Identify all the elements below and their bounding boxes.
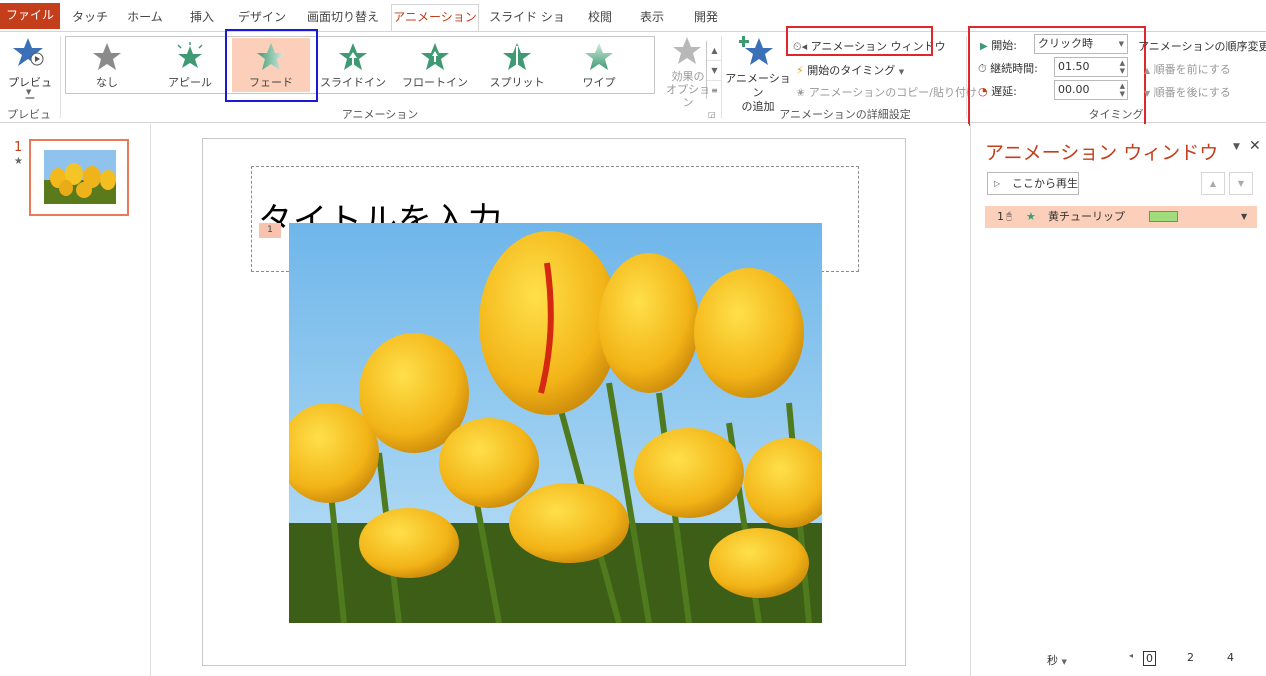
gallery-item-fly-in[interactable]: スライドイン	[314, 38, 392, 92]
tab-animations[interactable]: アニメーション	[391, 4, 479, 31]
gallery-item-none[interactable]: なし	[68, 38, 146, 92]
preview-button[interactable]: プレビュー ▼	[4, 36, 56, 105]
tab-home[interactable]: ホーム	[122, 5, 168, 31]
tab-developer[interactable]: 開発	[684, 5, 728, 31]
move-earlier-label: 順番を前にする	[1153, 63, 1231, 76]
animation-star-marker: ★	[14, 156, 23, 167]
slide: タイトルを入力 1	[202, 138, 906, 666]
group-label-advanced: アニメーションの詳細設定	[779, 108, 911, 121]
slide-thumbnail-pane: 1 ★	[0, 124, 151, 676]
tulip-image	[289, 223, 822, 623]
item-number: 1	[997, 210, 1004, 223]
animation-order-tag[interactable]: 1	[259, 223, 281, 238]
move-down-button[interactable]: ▼	[1229, 172, 1253, 195]
play-icon: ▷	[994, 179, 1001, 188]
tab-insert[interactable]: 挿入	[180, 5, 224, 31]
timeline-tick-0: 0	[1143, 651, 1156, 666]
animation-list-item[interactable]: 1 🖰 ★ 黄チューリップ ▼	[985, 206, 1257, 228]
ribbon: プレビュー ▼ プレビュー なし アピール フェード スライドイン フロートイン…	[0, 26, 1266, 137]
add-animation-button[interactable]: アニメーション の追加	[724, 34, 791, 113]
chevron-down-icon: ▼	[1061, 658, 1067, 666]
tab-touch[interactable]: タッチ	[68, 5, 112, 31]
star-burst-icon	[177, 42, 203, 68]
item-name: 黄チューリップ	[1048, 210, 1125, 223]
move-up-button[interactable]: ▲	[1201, 172, 1225, 195]
slide-editor: タイトルを入力 1	[151, 124, 969, 676]
gallery-item-label: スプリット	[489, 76, 545, 89]
lightning-icon: ⚡	[796, 64, 804, 77]
timeline-tick-2: 2	[1187, 651, 1194, 664]
animation-painter-label: アニメーションのコピー/貼り付け	[808, 86, 977, 99]
chevron-down-icon: ▼	[26, 88, 32, 96]
tab-review[interactable]: 校閲	[580, 5, 620, 31]
highlight-fade	[225, 29, 318, 102]
painter-icon: ✬	[796, 86, 806, 99]
thumbnail-image	[44, 150, 116, 204]
move-later-label: 順番を後にする	[1153, 86, 1231, 99]
mouse-click-icon: 🖰	[1006, 211, 1012, 222]
reorder-label: アニメーションの順序変更	[1138, 40, 1266, 53]
arrow-up-icon: ▲	[1144, 66, 1151, 75]
gallery-item-appear[interactable]: アピール	[151, 38, 229, 92]
chevron-down-icon[interactable]: ▼	[1241, 206, 1247, 228]
preview-star-icon	[13, 38, 44, 66]
star-options-icon	[673, 37, 701, 64]
tab-design[interactable]: デザイン	[234, 5, 290, 31]
animation-painter-button[interactable]: ✬ アニメーションのコピー/貼り付け	[796, 84, 977, 100]
seconds-dropdown[interactable]: 秒 ▼	[1047, 652, 1067, 668]
star-split-icon	[503, 43, 531, 70]
timeline-ruler[interactable]: ◂ 0 2 4	[1129, 651, 1259, 667]
tab-view[interactable]: 表示	[632, 5, 672, 31]
tab-transitions[interactable]: 画面切り替え	[302, 5, 384, 31]
gallery-item-label: アピール	[168, 76, 212, 89]
gallery-item-float-in[interactable]: フロートイン	[396, 38, 474, 92]
seconds-label: 秒	[1047, 654, 1058, 667]
move-later-button[interactable]: ▼ 順番を後にする	[1144, 84, 1231, 100]
effect-options-button[interactable]: 効果の オプション	[662, 36, 712, 109]
star-gray-icon	[93, 43, 121, 70]
animation-gallery: なし アピール フェード スライドイン フロートイン スプリット ワイプ ▲ ▼	[65, 36, 722, 99]
thumbnail-number: 1	[14, 140, 23, 155]
add-star-icon	[739, 36, 773, 65]
arrow-down-icon: ▼	[1144, 89, 1151, 98]
timeline-tick-4: 4	[1227, 651, 1234, 664]
timing-bar	[1149, 211, 1178, 222]
pane-options-icon[interactable]: ▼	[1233, 142, 1240, 152]
star-fly-icon	[339, 43, 367, 70]
highlight-animation-window	[786, 26, 933, 56]
play-from-button[interactable]: ▷ ここから再生	[987, 172, 1079, 195]
scroll-left-icon[interactable]: ◂	[1129, 651, 1133, 660]
star-wipe-icon	[585, 43, 613, 70]
group-label-animation: アニメーション	[341, 108, 419, 121]
fade-star-icon: ★	[1026, 210, 1036, 223]
animation-pane: アニメーション ウィンドウ ▼ ✕ ▷ ここから再生 ▲ ▼ 1 🖰 ★ 黄チュ…	[970, 124, 1266, 676]
trigger-label: 開始のタイミング	[807, 64, 896, 77]
gallery-item-label: スライドイン	[320, 76, 386, 89]
gallery-item-label: なし	[96, 76, 118, 89]
close-icon[interactable]: ✕	[1249, 138, 1261, 154]
gallery-item-label: ワイプ	[582, 76, 616, 89]
gallery-item-wipe[interactable]: ワイプ	[560, 38, 638, 92]
chevron-down-icon: ▼	[898, 68, 905, 76]
trigger-button[interactable]: ⚡ 開始のタイミング ▼	[796, 62, 904, 78]
gallery-item-label: フロートイン	[402, 76, 468, 89]
dialog-launcher-icon[interactable]: ◲	[708, 110, 716, 119]
slide-thumbnail[interactable]	[29, 139, 129, 216]
move-earlier-button[interactable]: ▲ 順番を前にする	[1144, 61, 1231, 77]
star-float-icon	[421, 43, 449, 70]
effect-options-label: 効果の オプション	[666, 70, 710, 109]
play-from-label: ここから再生	[1012, 177, 1078, 190]
highlight-timing	[968, 26, 1146, 126]
tulip-picture[interactable]	[289, 223, 822, 623]
tab-file[interactable]: ファイル	[0, 3, 60, 29]
animation-pane-title: アニメーション ウィンドウ	[985, 142, 1219, 164]
gallery-item-split[interactable]: スプリット	[478, 38, 556, 92]
tab-slideshow[interactable]: スライド ショー	[488, 5, 566, 48]
